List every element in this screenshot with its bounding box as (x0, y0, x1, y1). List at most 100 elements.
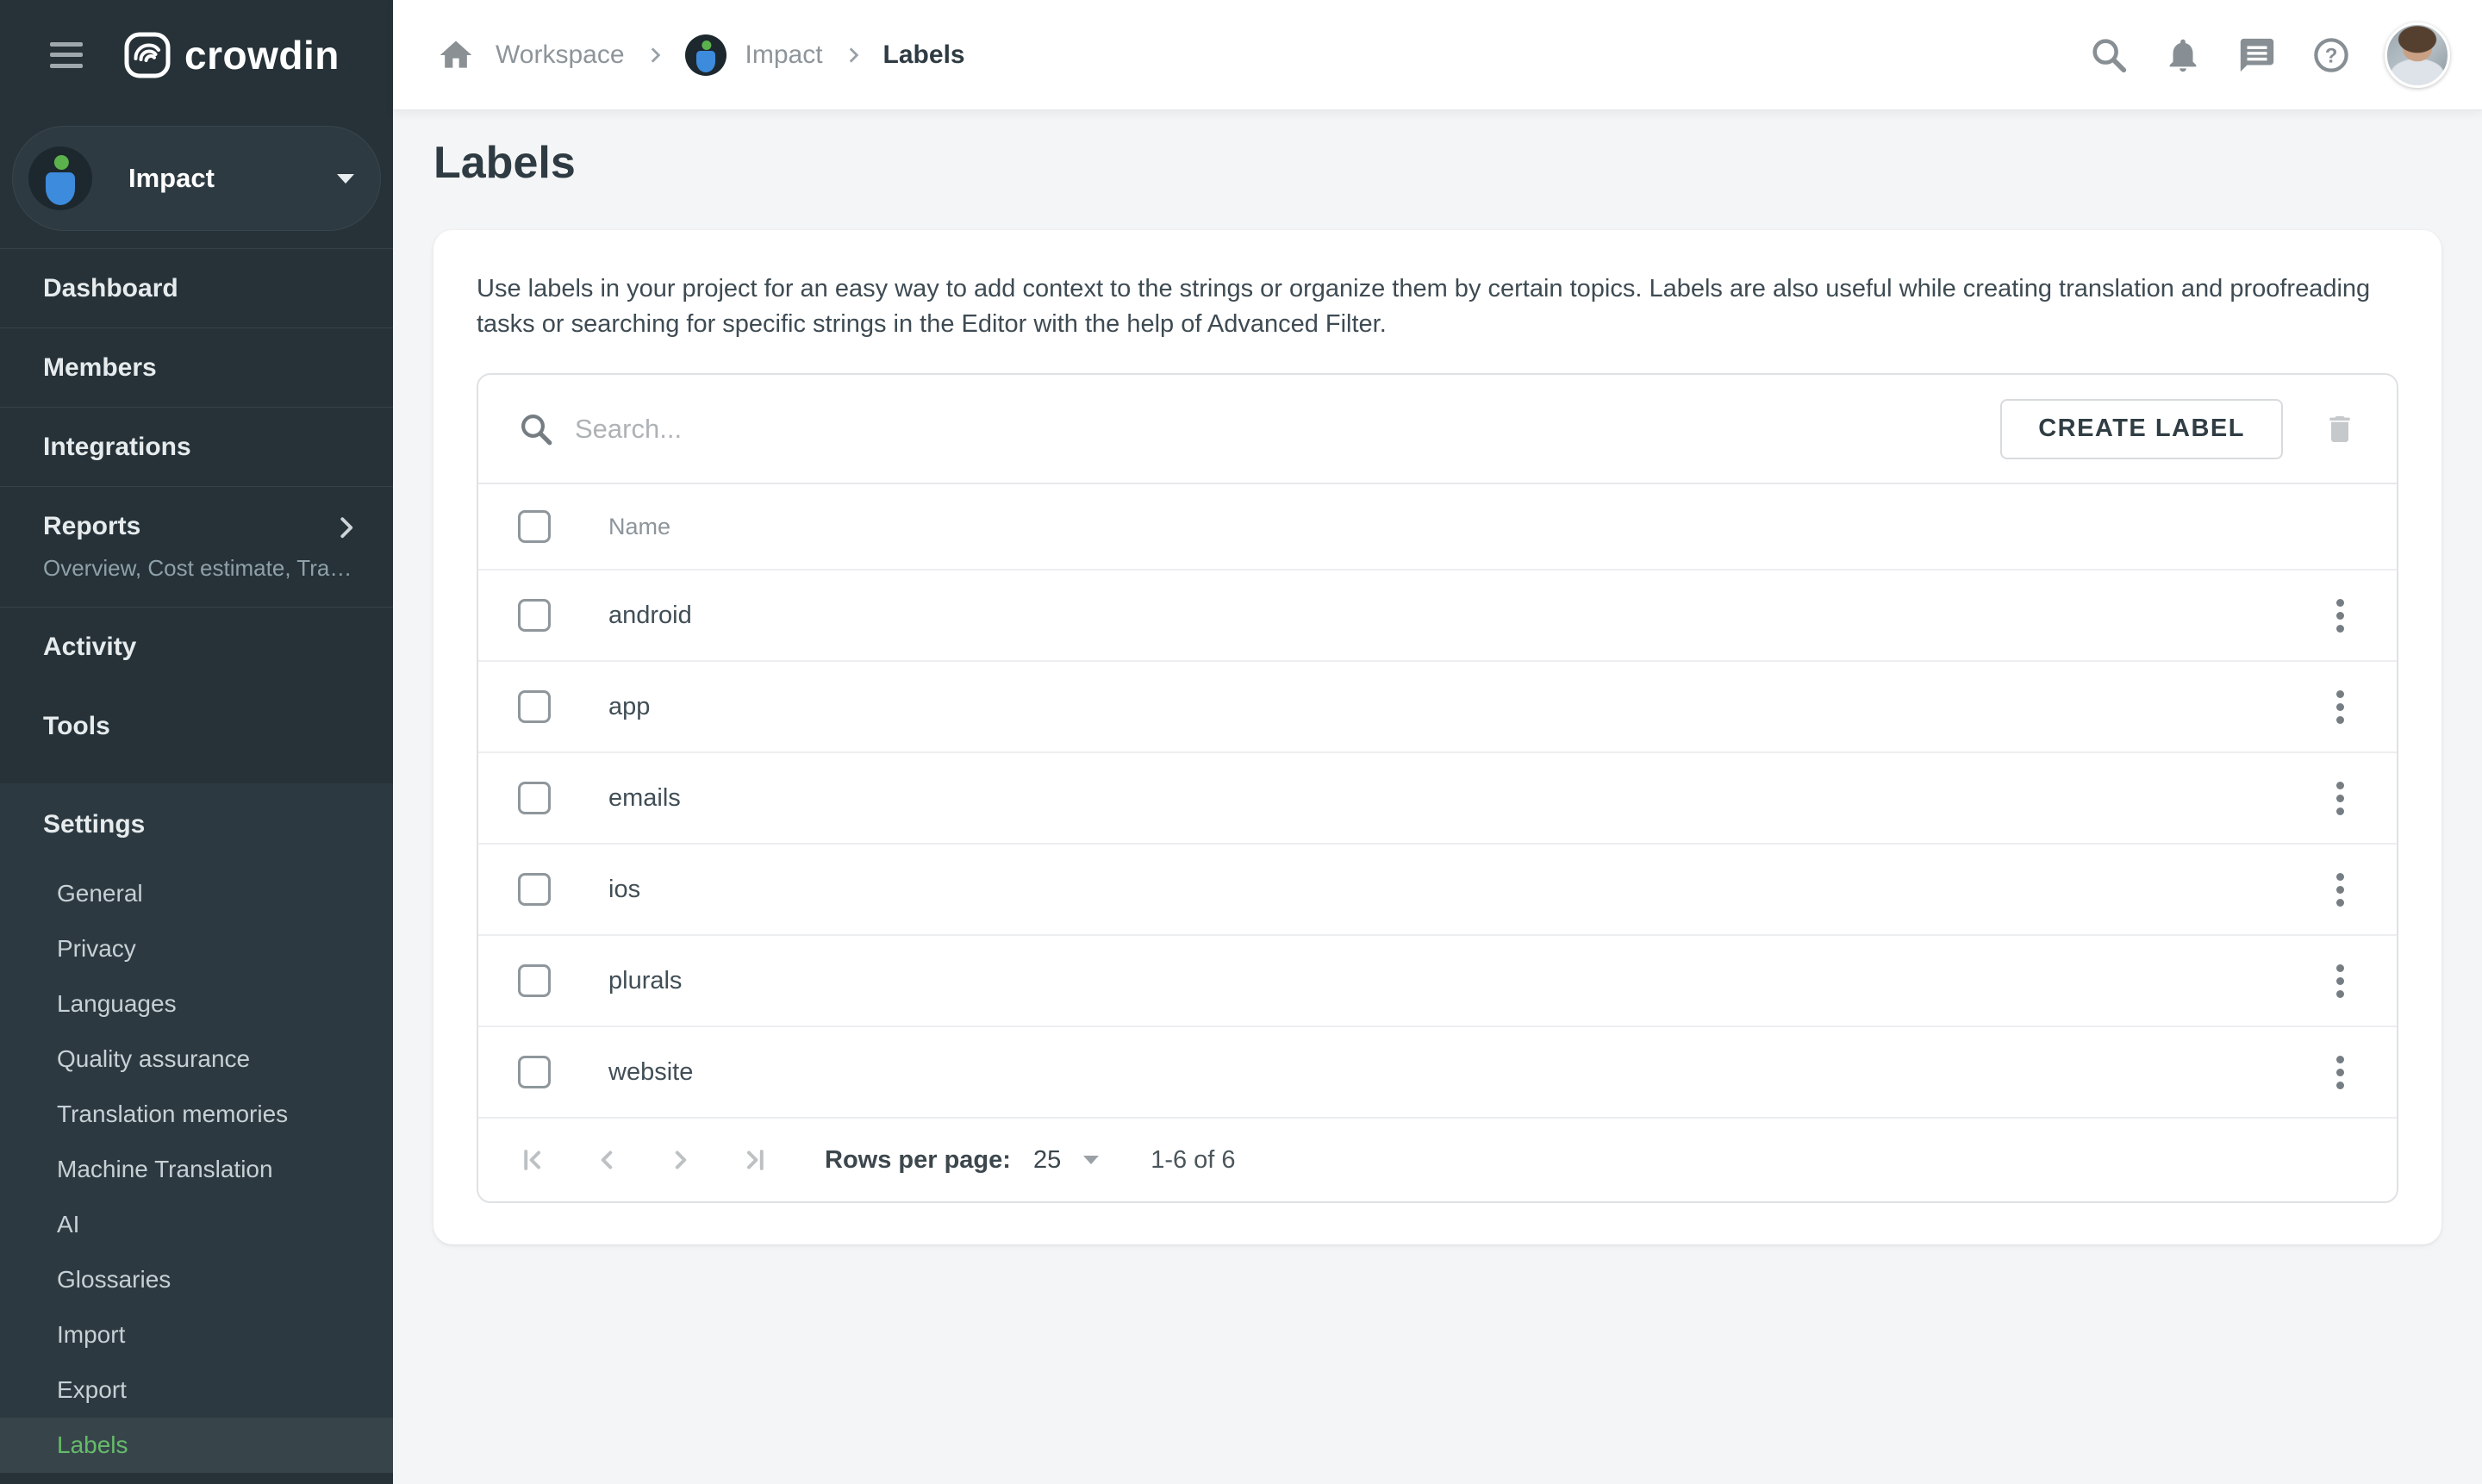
settings-items: GeneralPrivacyLanguagesQuality assurance… (0, 866, 393, 1473)
messages-icon[interactable] (2236, 34, 2278, 76)
labels-card: Use labels in your project for an easy w… (433, 230, 2441, 1244)
pagination: Rows per page: 25 1-6 of 6 (478, 1117, 2397, 1201)
row-menu-icon[interactable] (2323, 593, 2357, 638)
label-name: android (608, 602, 692, 630)
sidebar-item-settings[interactable]: Settings (0, 783, 393, 866)
rows-per-page-value: 25 (1033, 1146, 1061, 1175)
row-menu-icon[interactable] (2323, 684, 2357, 729)
rows-per-page-label: Rows per page: (825, 1146, 1011, 1175)
labels-panel: CREATE LABEL Name android app emails ios plu… (477, 373, 2398, 1203)
sidebar-item-label: Activity (43, 633, 136, 662)
pagination-nav (518, 1145, 770, 1175)
crowdin-mark-icon (124, 32, 171, 78)
breadcrumb-project[interactable]: Impact (745, 41, 823, 70)
label-row: app (478, 660, 2397, 751)
sidebar-item-general[interactable]: General (0, 866, 393, 921)
row-checkbox[interactable] (518, 782, 551, 814)
sidebar-item-import[interactable]: Import (0, 1307, 393, 1362)
breadcrumb-workspace[interactable]: Workspace (496, 41, 625, 70)
pagination-range: 1-6 of 6 (1151, 1146, 1235, 1175)
row-checkbox[interactable] (518, 1056, 551, 1088)
chevron-right-icon (333, 514, 359, 539)
caret-down-icon (1083, 1156, 1099, 1164)
sidebar-settings-section: Settings GeneralPrivacyLanguagesQuality … (0, 783, 393, 1473)
name-column-header: Name (608, 514, 670, 540)
label-name: emails (608, 784, 681, 813)
topbar-actions: ? (2088, 22, 2450, 88)
row-menu-icon[interactable] (2323, 867, 2357, 912)
search-icon[interactable] (2088, 34, 2130, 76)
row-menu-icon[interactable] (2323, 1050, 2357, 1094)
sidebar-item-subtitle: Overview, Cost estimate, Transl… (43, 555, 359, 582)
rows-per-page-select[interactable]: 25 (1033, 1146, 1099, 1175)
labels-toolbar: CREATE LABEL (478, 375, 2397, 483)
label-row: ios (478, 843, 2397, 934)
sidebar-item-integrations[interactable]: Integrations (0, 408, 393, 487)
label-name: plurals (608, 967, 682, 995)
label-row: plurals (478, 934, 2397, 1026)
chevron-down-icon (337, 174, 354, 184)
breadcrumb-project-icon[interactable] (685, 34, 727, 76)
sidebar-header: crowdin (0, 0, 393, 109)
home-icon[interactable] (435, 34, 477, 76)
sidebar-item-translation-memories[interactable]: Translation memories (0, 1087, 393, 1142)
select-all-checkbox[interactable] (518, 510, 551, 543)
next-page-icon[interactable] (666, 1145, 695, 1175)
page-title: Labels (433, 137, 2482, 189)
sidebar-item-reports[interactable]: Reports Overview, Cost estimate, Transl… (0, 487, 393, 608)
sidebar-item-languages[interactable]: Languages (0, 976, 393, 1032)
sidebar-item-labels[interactable]: Labels (0, 1418, 393, 1473)
row-menu-icon[interactable] (2323, 776, 2357, 820)
svg-text:?: ? (2325, 44, 2338, 67)
row-checkbox[interactable] (518, 964, 551, 997)
menu-icon[interactable] (50, 42, 83, 68)
sidebar-item-privacy[interactable]: Privacy (0, 921, 393, 976)
delete-icon[interactable] (2323, 412, 2357, 446)
sidebar-item-glossaries[interactable]: Glossaries (0, 1252, 393, 1307)
help-icon[interactable]: ? (2311, 34, 2352, 76)
label-name: ios (608, 876, 640, 904)
chevron-right-icon (644, 44, 666, 66)
search-input[interactable] (575, 414, 2000, 445)
user-avatar[interactable] (2385, 22, 2450, 88)
last-page-icon[interactable] (740, 1145, 770, 1175)
sidebar-item-tools[interactable]: Tools (0, 687, 393, 766)
label-name: website (608, 1058, 693, 1087)
row-checkbox[interactable] (518, 599, 551, 632)
sidebar-item-quality-assurance[interactable]: Quality assurance (0, 1032, 393, 1087)
sidebar-item-label: Tools (43, 712, 110, 741)
sidebar-item-label: Members (43, 353, 157, 383)
first-page-icon[interactable] (518, 1145, 547, 1175)
project-selector[interactable]: Impact (12, 126, 381, 231)
sidebar-nav: Dashboard Members Integrations Reports Overv… (0, 248, 393, 766)
table-header: Name (478, 483, 2397, 569)
previous-page-icon[interactable] (592, 1145, 621, 1175)
sidebar-item-export[interactable]: Export (0, 1362, 393, 1418)
sidebar-item-label: Dashboard (43, 274, 178, 303)
label-name: app (608, 693, 650, 721)
label-row: website (478, 1026, 2397, 1117)
label-row: android (478, 569, 2397, 660)
content: Labels Use labels in your project for an… (393, 109, 2482, 1484)
sidebar-item-ai[interactable]: AI (0, 1197, 393, 1252)
row-checkbox[interactable] (518, 690, 551, 723)
row-menu-icon[interactable] (2323, 958, 2357, 1003)
sidebar-item-members[interactable]: Members (0, 328, 393, 408)
sidebar-item-label: Integrations (43, 433, 191, 462)
sidebar-item-dashboard[interactable]: Dashboard (0, 249, 393, 328)
sidebar-item-activity[interactable]: Activity (0, 608, 393, 687)
topbar: Workspace Impact Labels ? (393, 0, 2482, 109)
row-checkbox[interactable] (518, 873, 551, 906)
table-body: android app emails ios plurals website (478, 569, 2397, 1117)
labels-description: Use labels in your project for an easy w… (477, 271, 2398, 342)
create-label-button[interactable]: CREATE LABEL (2000, 399, 2283, 459)
breadcrumb: Workspace Impact Labels (435, 34, 965, 76)
notifications-icon[interactable] (2162, 34, 2204, 76)
breadcrumb-current: Labels (883, 41, 965, 70)
sidebar-item-machine-translation[interactable]: Machine Translation (0, 1142, 393, 1197)
main-area: Workspace Impact Labels ? Labels (393, 0, 2482, 1484)
sidebar: crowdin Impact Dashboard Members Integrati… (0, 0, 393, 1484)
sidebar-item-label: Reports (43, 512, 140, 541)
label-row: emails (478, 751, 2397, 843)
crowdin-logo[interactable]: crowdin (124, 32, 340, 78)
